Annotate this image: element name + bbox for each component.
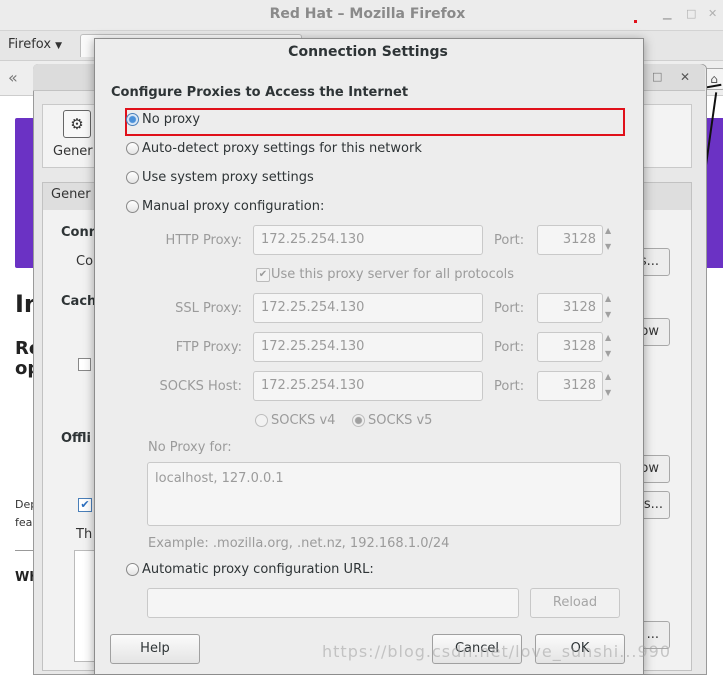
http-port-input[interactable]: 3128	[537, 225, 603, 255]
socks-host-label: SOCKS Host:	[159, 379, 242, 394]
label-no-proxy[interactable]: No proxy	[142, 112, 200, 127]
auto-config-url-input[interactable]	[147, 588, 519, 618]
minimize-icon[interactable]: ▁	[663, 7, 671, 20]
reload-button[interactable]: Reload	[530, 588, 620, 618]
general-settings-icon[interactable]: ⚙	[63, 110, 91, 138]
maximize-icon[interactable]: □	[686, 7, 696, 20]
ssl-proxy-label: SSL Proxy:	[175, 301, 242, 316]
cache-checkbox[interactable]	[78, 358, 91, 371]
socks-port-label: Port:	[494, 379, 525, 394]
http-proxy-input[interactable]: 172.25.254.130	[253, 225, 483, 255]
section-cache: Cach	[61, 294, 97, 309]
tab-general[interactable]: Gener	[51, 187, 91, 202]
label-system-proxy[interactable]: Use system proxy settings	[142, 170, 314, 185]
radio-auto-detect[interactable]	[126, 142, 139, 155]
label-socks-v4[interactable]: SOCKS v4	[271, 413, 335, 428]
radio-auto-url[interactable]	[126, 563, 139, 576]
http-port-label: Port:	[494, 233, 525, 248]
ssl-port-input[interactable]: 3128	[537, 293, 603, 323]
label-socks-v5[interactable]: SOCKS v5	[368, 413, 432, 428]
radio-manual-proxy[interactable]	[126, 200, 139, 213]
no-proxy-for-label: No Proxy for:	[148, 440, 232, 455]
radio-no-proxy[interactable]	[126, 113, 139, 126]
label-manual-proxy[interactable]: Manual proxy configuration:	[142, 199, 324, 214]
window-title: Red Hat – Mozilla Firefox	[269, 6, 466, 22]
help-button[interactable]: Help	[110, 634, 200, 664]
chevron-down-icon: ▼	[55, 41, 63, 51]
socks-port-input[interactable]: 3128	[537, 371, 603, 401]
label-auto-url[interactable]: Automatic proxy configuration URL:	[142, 562, 374, 577]
no-proxy-example: Example: .mozilla.org, .net.nz, 192.168.…	[148, 536, 450, 551]
ftp-port-spinner[interactable]: ▲ ▼	[604, 332, 614, 362]
ssl-proxy-input[interactable]: 172.25.254.130	[253, 293, 483, 323]
radio-system-proxy[interactable]	[126, 171, 139, 184]
section-offline: Offli	[61, 431, 92, 446]
toolbar-item-general[interactable]: Gener	[53, 144, 93, 159]
ftp-proxy-input[interactable]: 172.25.254.130	[253, 332, 483, 362]
ssl-port-spinner[interactable]: ▲ ▼	[604, 293, 614, 323]
dialog-title: Connection Settings	[288, 44, 448, 60]
firefox-menu-button[interactable]: Firefox ▼	[8, 37, 62, 52]
offline-text: Th	[76, 527, 93, 542]
proxy-heading: Configure Proxies to Access the Internet	[111, 85, 409, 100]
http-port-spinner[interactable]: ▲ ▼	[604, 225, 614, 255]
ssl-port-label: Port:	[494, 301, 525, 316]
section-connection: Conn	[61, 225, 98, 240]
ftp-port-input[interactable]: 3128	[537, 332, 603, 362]
exceptions-label: s...	[643, 497, 663, 512]
firefox-menu-label: Firefox	[8, 37, 52, 52]
watermark: https://blog.csdn.net/love_sunshi...990	[322, 642, 672, 661]
label-auto-detect[interactable]: Auto-detect proxy settings for this netw…	[142, 141, 422, 156]
ftp-proxy-label: FTP Proxy:	[175, 340, 242, 355]
offline-list[interactable]	[74, 550, 96, 662]
pref-close-icon[interactable]: ✕	[680, 70, 690, 84]
status-dot	[634, 20, 637, 23]
close-icon[interactable]: ✕	[708, 7, 717, 20]
socks-port-spinner[interactable]: ▲ ▼	[604, 371, 614, 401]
no-proxy-for-textarea[interactable]: localhost, 127.0.0.1	[147, 462, 621, 526]
ftp-port-label: Port:	[494, 340, 525, 355]
offline-checkbox[interactable]: ✔	[78, 498, 92, 512]
use-all-protocols-checkbox[interactable]: ✔	[256, 268, 270, 282]
use-all-protocols-label[interactable]: Use this proxy server for all protocols	[271, 267, 514, 282]
socks-host-input[interactable]: 172.25.254.130	[253, 371, 483, 401]
http-proxy-label: HTTP Proxy:	[165, 233, 242, 248]
back-arrow-icon[interactable]: «	[8, 68, 18, 87]
divider	[15, 550, 35, 551]
radio-socks-v5[interactable]	[352, 414, 365, 427]
page-note-fragment-2: fea	[15, 516, 33, 529]
pref-maximize-icon[interactable]: □	[652, 70, 662, 83]
remove-label: ...	[646, 627, 659, 642]
connection-text: Co	[76, 254, 94, 269]
radio-socks-v4[interactable]	[255, 414, 268, 427]
